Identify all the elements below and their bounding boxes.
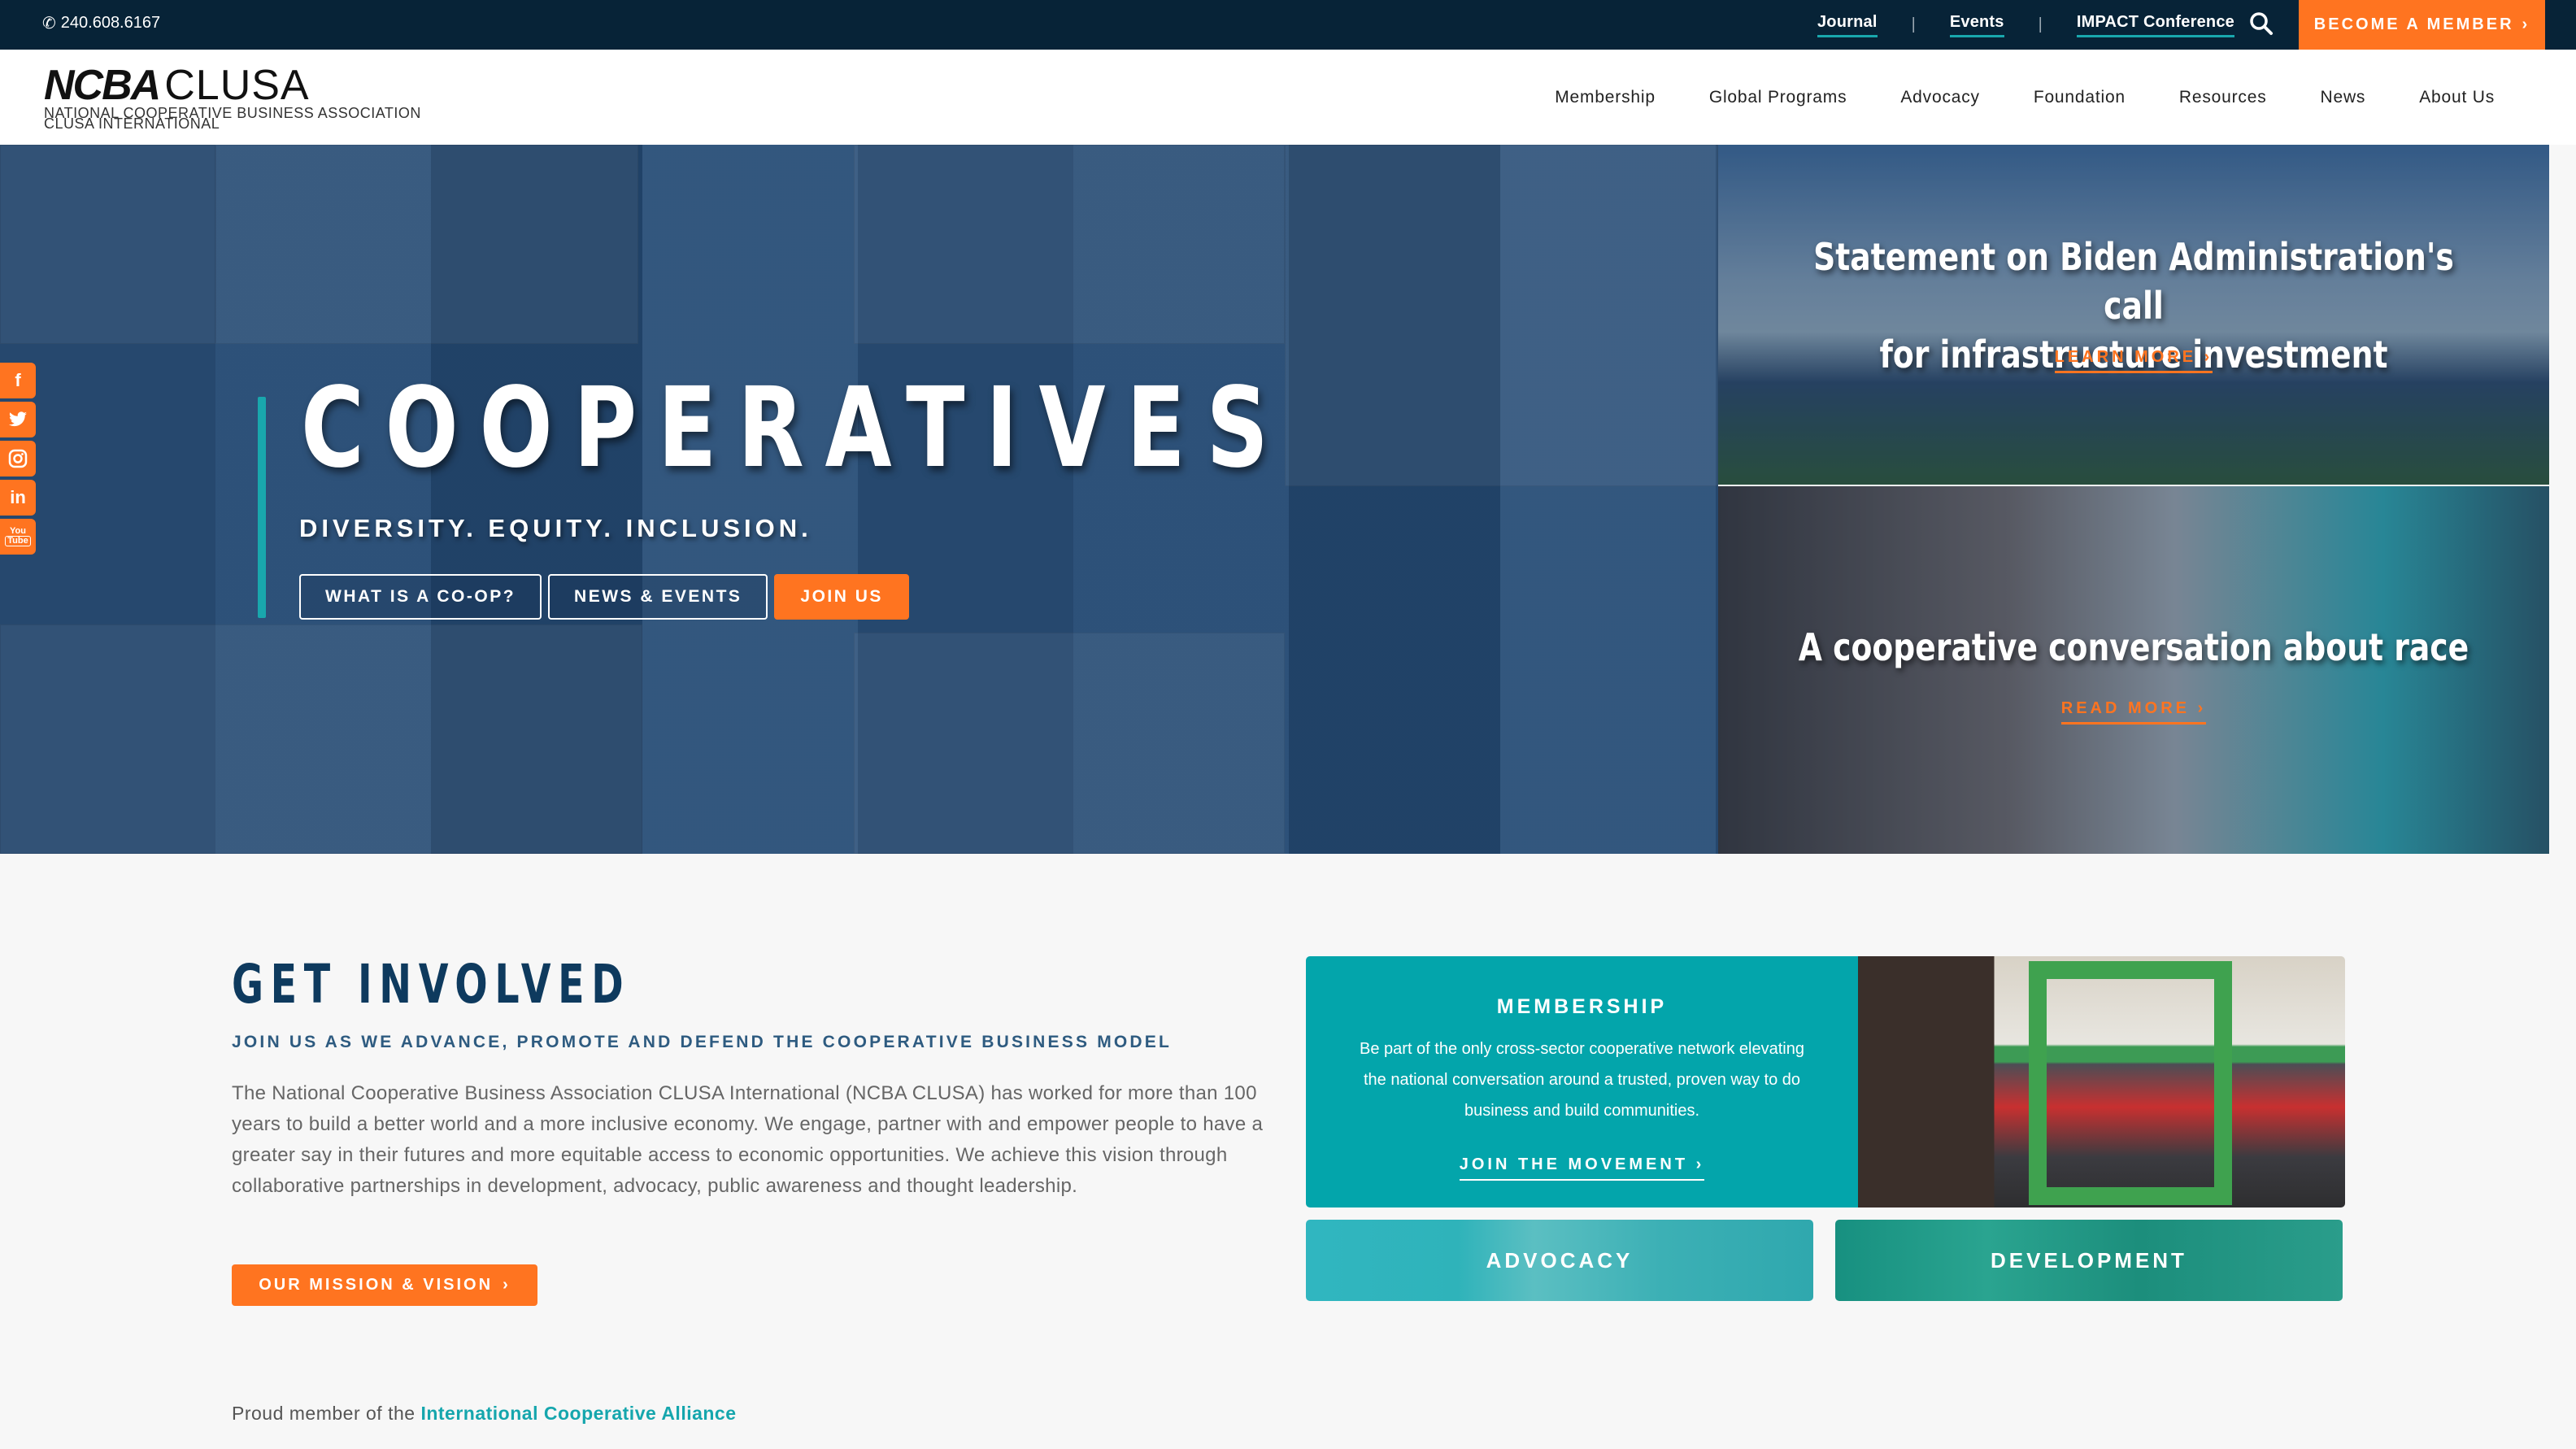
membership-card: MEMBERSHIP Be part of the only cross-sec… — [1306, 956, 2345, 1208]
proud-member-text: Proud member of the International Cooper… — [232, 1403, 737, 1425]
get-involved-subtitle: JOIN US AS WE ADVANCE, PROMOTE AND DEFEN… — [232, 1033, 1173, 1051]
youtube-icon[interactable]: You Tube — [0, 519, 36, 555]
hero-banner: COOPERATIVES DIVERSITY. EQUITY. INCLUSIO… — [0, 145, 1718, 854]
separator: | — [1911, 15, 1916, 33]
facebook-icon[interactable]: f — [0, 363, 36, 398]
nav-about-us[interactable]: About Us — [2419, 88, 2495, 107]
page-edge — [2549, 145, 2576, 854]
hero-photo-tile — [215, 145, 638, 344]
utility-links: Journal | Events | IMPACT Conference — [1817, 0, 2234, 50]
chevron-right-icon: › — [2204, 348, 2213, 366]
feature-card-infrastructure[interactable]: Statement on Biden Administration's call… — [1718, 145, 2549, 485]
link-text: JOIN THE MOVEMENT — [1459, 1155, 1689, 1173]
utility-bar: ✆ 240.608.6167 Journal | Events | IMPACT… — [0, 0, 2576, 50]
hero-photo-tile — [0, 624, 642, 854]
separator: | — [2038, 15, 2043, 33]
mission-button-label: OUR MISSION & VISION — [259, 1276, 494, 1294]
phone-number[interactable]: ✆ 240.608.6167 — [42, 13, 160, 33]
news-events-button[interactable]: NEWS & EVENTS — [548, 574, 768, 620]
development-tile[interactable]: DEVELOPMENT — [1835, 1220, 2343, 1301]
utility-link-events[interactable]: Events — [1949, 13, 2004, 37]
nav-resources[interactable]: Resources — [2179, 88, 2267, 107]
read-more-label: READ MORE › — [2060, 699, 2207, 724]
search-icon[interactable] — [2247, 10, 2275, 37]
advocacy-tile[interactable]: ADVOCACY — [1306, 1220, 1813, 1301]
main-nav: Membership Global Programs Advocacy Foun… — [1555, 50, 2495, 145]
logo-ncba: NCBA — [44, 62, 161, 109]
nav-foundation[interactable]: Foundation — [2034, 88, 2126, 107]
join-us-button[interactable]: JOIN US — [774, 574, 909, 620]
phone-icon: ✆ — [42, 15, 56, 33]
nav-membership[interactable]: Membership — [1555, 88, 1656, 107]
our-mission-vision-button[interactable]: OUR MISSION & VISION › — [232, 1264, 537, 1306]
membership-photo — [1858, 956, 2345, 1208]
membership-card-text: MEMBERSHIP Be part of the only cross-sec… — [1306, 956, 1858, 1208]
hero-photo-tile — [854, 633, 1285, 854]
hero-photo-tile — [0, 145, 215, 344]
get-involved-body: The National Cooperative Business Associ… — [232, 1082, 1264, 1197]
read-more-link[interactable]: READ MORE › — [1718, 699, 2549, 724]
nav-advocacy[interactable]: Advocacy — [1900, 88, 1979, 107]
become-a-member-button[interactable]: BECOME A MEMBER › — [2299, 0, 2545, 50]
membership-description: Be part of the only cross-sector coopera… — [1360, 1040, 1804, 1120]
instagram-icon[interactable] — [0, 441, 36, 476]
what-is-a-coop-button[interactable]: WHAT IS A CO-OP? — [299, 574, 542, 620]
get-involved-title: GET INVOLVED — [232, 953, 631, 1016]
become-a-member-label: BECOME A MEMBER — [2313, 15, 2514, 33]
chevron-right-icon: › — [2522, 15, 2530, 33]
chevron-right-icon: › — [2197, 699, 2207, 717]
social-links: f in You Tube — [0, 363, 36, 555]
nav-news[interactable]: News — [2321, 88, 2366, 107]
photo-frame-prop — [2029, 961, 2232, 1205]
learn-more-label: LEARN MORE › — [2054, 348, 2213, 373]
hero-photo-tile — [1285, 145, 1718, 486]
hero-title: COOPERATIVES — [301, 364, 1290, 493]
feature-title-line: Statement on Biden Administration's call — [1813, 235, 2454, 328]
link-text: READ MORE — [2060, 699, 2190, 717]
logo[interactable]: NCBA CLUSA NATIONAL COOPERATIVE BUSINESS … — [44, 61, 421, 131]
twitter-icon[interactable] — [0, 402, 36, 437]
logo-clusa: CLUSA — [164, 62, 310, 109]
utility-link-impact-conference[interactable]: IMPACT Conference — [2076, 13, 2234, 37]
hero-photo-tile — [854, 145, 1285, 344]
join-the-movement-link[interactable]: JOIN THE MOVEMENT › — [1459, 1155, 1705, 1181]
feature-card-race-conversation[interactable]: A cooperative conversation about race RE… — [1718, 486, 2549, 854]
youtube-tube: Tube — [5, 536, 31, 546]
utility-link-journal[interactable]: Journal — [1817, 13, 1878, 37]
hero-buttons: WHAT IS A CO-OP? NEWS & EVENTS JOIN US — [299, 574, 909, 620]
hero-accent-bar — [258, 397, 266, 618]
membership-title: MEMBERSHIP — [1496, 995, 1668, 1018]
chevron-right-icon: › — [503, 1276, 511, 1294]
linkedin-icon[interactable]: in — [0, 480, 36, 516]
learn-more-link[interactable]: LEARN MORE › — [1718, 348, 2549, 373]
chevron-right-icon: › — [1695, 1155, 1705, 1173]
phone-text: 240.608.6167 — [60, 14, 161, 32]
hero-subtitle: DIVERSITY. EQUITY. INCLUSION. — [299, 514, 812, 542]
main-header: NCBA CLUSA NATIONAL COOPERATIVE BUSINESS … — [0, 50, 2576, 145]
link-text: LEARN MORE — [2054, 348, 2197, 366]
proud-prefix: Proud member of the — [232, 1403, 416, 1424]
ica-link[interactable]: International Cooperative Alliance — [420, 1403, 736, 1424]
nav-global-programs[interactable]: Global Programs — [1709, 88, 1847, 107]
feature-title: A cooperative conversation about race — [1798, 625, 2469, 669]
youtube-you: You — [10, 526, 26, 536]
